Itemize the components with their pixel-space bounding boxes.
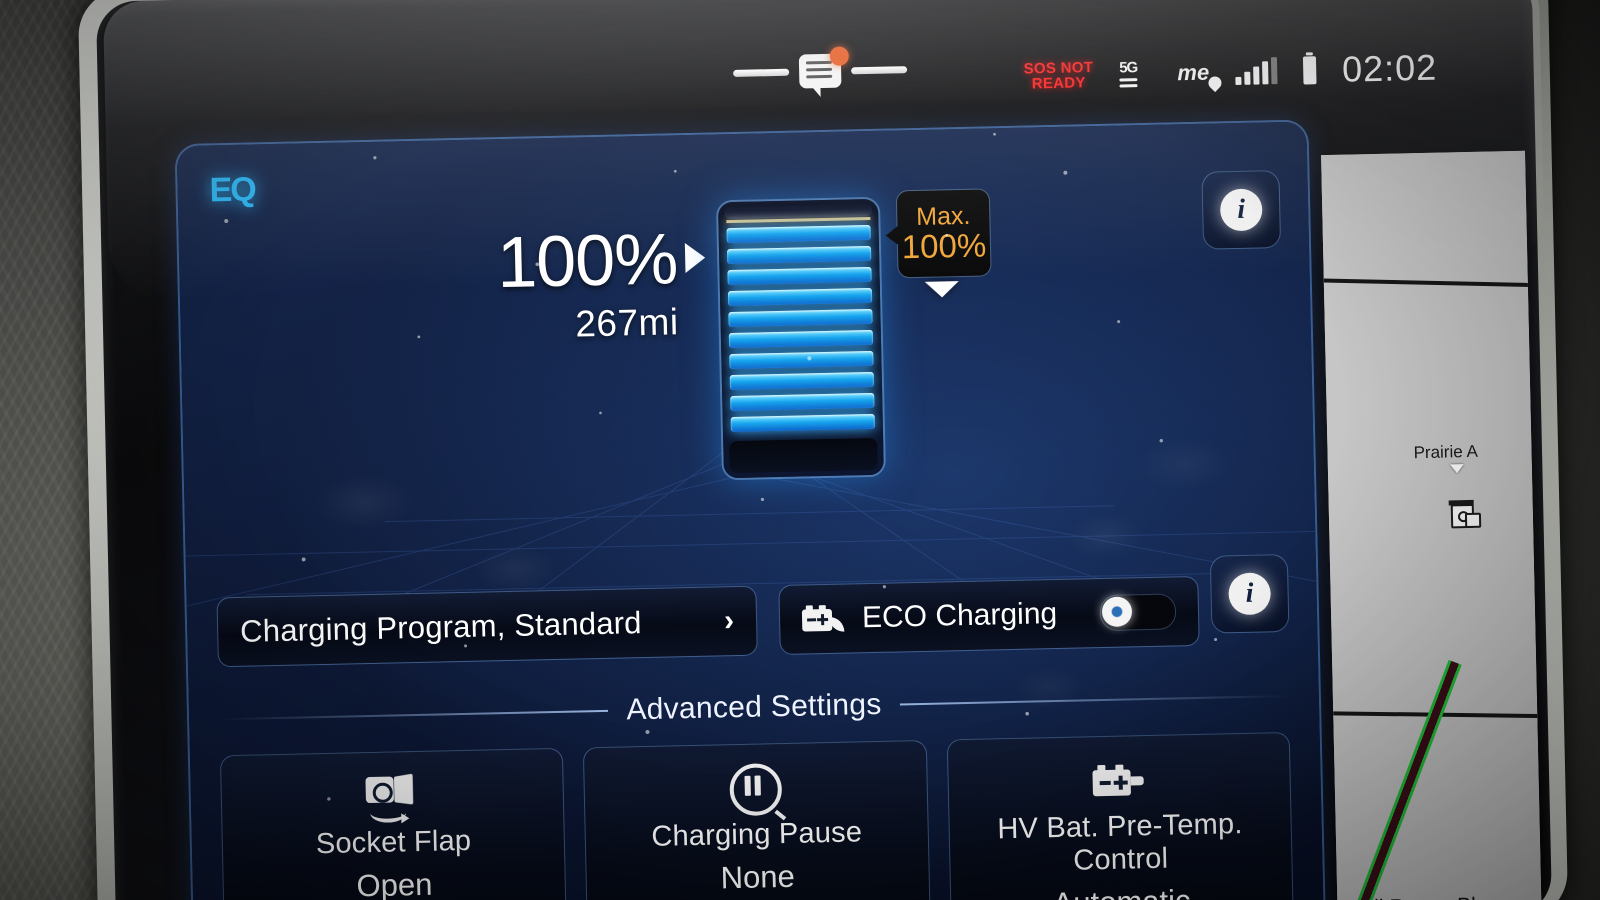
network-label: 5G (1119, 59, 1138, 77)
tile-title: HV Bat. Pre-Temp. Control (997, 808, 1243, 877)
info-button-eco[interactable]: i (1209, 553, 1290, 634)
range-value: 267mi (574, 301, 680, 345)
charging-app-panel: EQ i 100% 267mi Max. 100% Charging Progr… (176, 121, 1325, 900)
chevron-right-icon: › (723, 604, 735, 638)
battery-cells (726, 224, 876, 440)
battery-graphic[interactable] (717, 198, 884, 479)
battery-hero: 100% 267mi Max. 100% (178, 181, 1316, 566)
eco-charging-toggle[interactable] (1099, 593, 1177, 632)
eco-charging-row[interactable]: ECO Charging (778, 575, 1200, 656)
active-route-line (1321, 659, 1462, 900)
battery-cell (727, 266, 872, 286)
charge-percent: 100% (496, 219, 679, 304)
advanced-settings-tiles: Socket Flap Open Charging Pause None HV … (219, 731, 1294, 900)
info-icon: i (1228, 572, 1272, 616)
charging-program-button[interactable]: Charging Program, Standard › (216, 585, 758, 668)
navigation-map-panel[interactable]: Prairie A Dell Range Blv (1321, 150, 1542, 900)
max-charge-bubble[interactable]: Max. 100% (895, 188, 992, 279)
clock: 02:02 (1341, 46, 1438, 90)
tile-value: Automatic (1052, 883, 1191, 900)
status-bar: SOS NOT READY 5G me 02:02 (113, 35, 1524, 128)
tile-value: Open (356, 866, 433, 900)
tile-value: None (720, 858, 796, 896)
battery-cell (730, 392, 875, 412)
advanced-settings-label: Advanced Settings (626, 687, 882, 727)
battery-cell (729, 350, 874, 370)
charging-pause-icon (729, 763, 787, 821)
socket-flap-icon (365, 773, 420, 824)
battery-cell (727, 287, 873, 307)
network-bars (1119, 78, 1138, 88)
mbux-display: SOS NOT READY 5G me 02:02 EQ i 100% 267m… (112, 13, 1542, 900)
hv-battery-temp-icon (1092, 758, 1146, 805)
charging-program-label: Charging Program, Standard (239, 605, 643, 649)
battery-cell (730, 413, 875, 433)
charge-readout: 100% 267mi (476, 219, 680, 347)
map-label-caret-icon (1449, 464, 1465, 474)
photo-scene: SOS NOT READY 5G me 02:02 EQ i 100% 267m… (0, 0, 1600, 900)
notification-handle[interactable] (733, 46, 908, 90)
sos-status: SOS NOT READY (1023, 59, 1093, 93)
message-lines (805, 60, 833, 83)
tile-hv-battery-pre-temp[interactable]: HV Bat. Pre-Temp. Control Automatic (946, 731, 1294, 900)
handle-bar-left (733, 68, 790, 77)
max-value: 100% (901, 226, 987, 266)
map-street-label-1: Prairie A (1413, 441, 1479, 463)
primary-controls-row: Charging Program, Standard › ECO Chargin… (216, 574, 1287, 668)
message-bubble-icon[interactable] (798, 46, 850, 89)
handle-bar-right (851, 65, 908, 74)
charging-station-poi-icon[interactable] (1448, 499, 1482, 529)
eco-charging-label: ECO Charging (861, 597, 1058, 635)
battery-base (729, 437, 878, 474)
battery-leaf-icon (801, 605, 845, 634)
notification-dot (829, 46, 850, 66)
map-road (1321, 730, 1331, 785)
device-battery-icon (1302, 56, 1317, 85)
signal-bars-icon (1235, 57, 1278, 85)
battery-cell (729, 371, 875, 391)
tile-title: Charging Pause (651, 816, 863, 853)
map-road (1321, 277, 1542, 288)
tile-charging-pause[interactable]: Charging Pause None (583, 739, 931, 900)
battery-cell (728, 308, 873, 328)
divider-line-right (899, 694, 1289, 706)
status-bar-right: SOS NOT READY 5G me 02:02 (1023, 37, 1438, 108)
current-charge-caret-icon (684, 242, 706, 274)
battery-cell (726, 245, 872, 265)
sos-line-2: READY (1031, 74, 1086, 93)
battery-cell (728, 329, 874, 349)
me-pin-icon: me (1177, 60, 1225, 93)
eco-charging-left: ECO Charging (801, 597, 1058, 637)
toggle-knob (1101, 596, 1133, 628)
max-label: Max. (915, 201, 971, 231)
tile-title: Socket Flap (315, 824, 472, 861)
network-5g-icon: 5G (1119, 59, 1152, 88)
advanced-settings-divider: Advanced Settings (219, 674, 1290, 741)
map-canvas: Prairie A Dell Range Blv (1321, 150, 1542, 900)
divider-line-left (219, 709, 609, 721)
battery-cell (726, 224, 871, 244)
tile-socket-flap[interactable]: Socket Flap Open (219, 747, 568, 900)
max-slider-handle-icon[interactable] (924, 281, 960, 298)
